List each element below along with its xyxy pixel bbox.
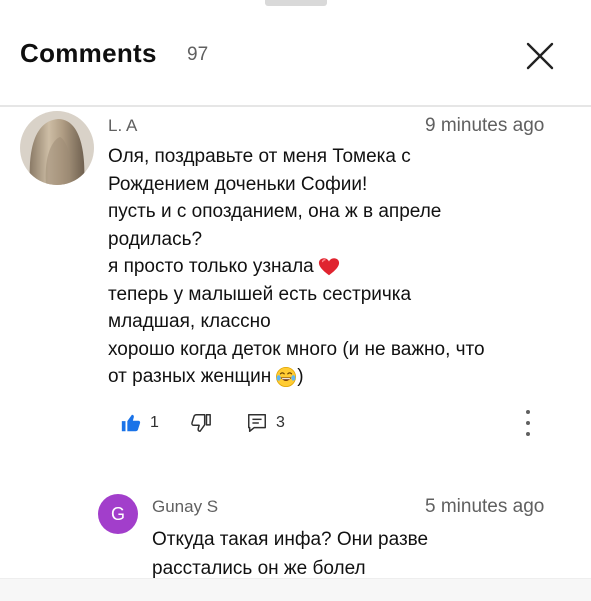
- bottom-bar: [0, 578, 591, 601]
- reply-icon: [248, 414, 266, 432]
- tears-of-joy-emoji: [276, 366, 297, 387]
- more-vert-icon: [526, 421, 530, 425]
- comment-line: родилась?: [108, 228, 203, 250]
- dislike-button[interactable]: [190, 412, 212, 434]
- comment-line-with-emoji: от разных женщин): [108, 363, 568, 391]
- reply-button[interactable]: 3: [246, 412, 285, 434]
- comment-line-end: ): [297, 366, 304, 387]
- comment-line: я просто только узнала: [108, 256, 314, 277]
- comment-author[interactable]: L. A: [108, 116, 137, 136]
- reply-time: 5 minutes ago: [425, 496, 545, 517]
- reply-text: Откуда такая инфа? Они разве расстались …: [152, 525, 572, 583]
- comment-text: Оля, поздравьте от меня Томека с Рождени…: [108, 143, 568, 391]
- close-icon: [526, 42, 554, 70]
- reply-line: Откуда такая инфа? Они разве: [152, 529, 429, 550]
- like-count: 1: [150, 414, 159, 431]
- more-vert-icon: [526, 410, 530, 414]
- reply-author[interactable]: Gunay S: [152, 497, 218, 517]
- red-heart-emoji: [318, 258, 339, 276]
- comment-line-with-emoji: я просто только узнала: [108, 253, 568, 281]
- comments-header: Comments 97: [0, 0, 591, 106]
- comment-time: 9 minutes ago: [425, 115, 545, 136]
- avatar-photo: [20, 111, 94, 185]
- comment-line: Рождением доченьки Софии!: [108, 173, 368, 195]
- comment-line: от разных женщин: [108, 366, 272, 387]
- comment-line: хорошо когда деток много (и не важно, чт…: [108, 338, 485, 360]
- more-options-button[interactable]: [518, 408, 538, 438]
- reply-avatar[interactable]: G: [98, 494, 138, 534]
- thumbs-down-icon: [191, 414, 211, 432]
- thumbs-up-icon: [121, 414, 141, 432]
- header-divider: [0, 105, 591, 107]
- avatar[interactable]: [20, 111, 94, 185]
- reply-count: 3: [276, 414, 285, 431]
- comment-line: теперь у малышей есть сестричка: [108, 283, 412, 305]
- comment-line: младшая, классно: [108, 311, 271, 332]
- like-button[interactable]: 1: [120, 412, 159, 434]
- comment-line: Оля, поздравьте от меня Томека с: [108, 146, 411, 167]
- comments-count: 97: [187, 44, 209, 65]
- more-vert-icon: [526, 432, 530, 436]
- comment-line: пусть и с опозданием, она ж в апреле: [108, 201, 442, 222]
- comments-title: Comments: [20, 38, 157, 68]
- close-button[interactable]: [522, 38, 558, 74]
